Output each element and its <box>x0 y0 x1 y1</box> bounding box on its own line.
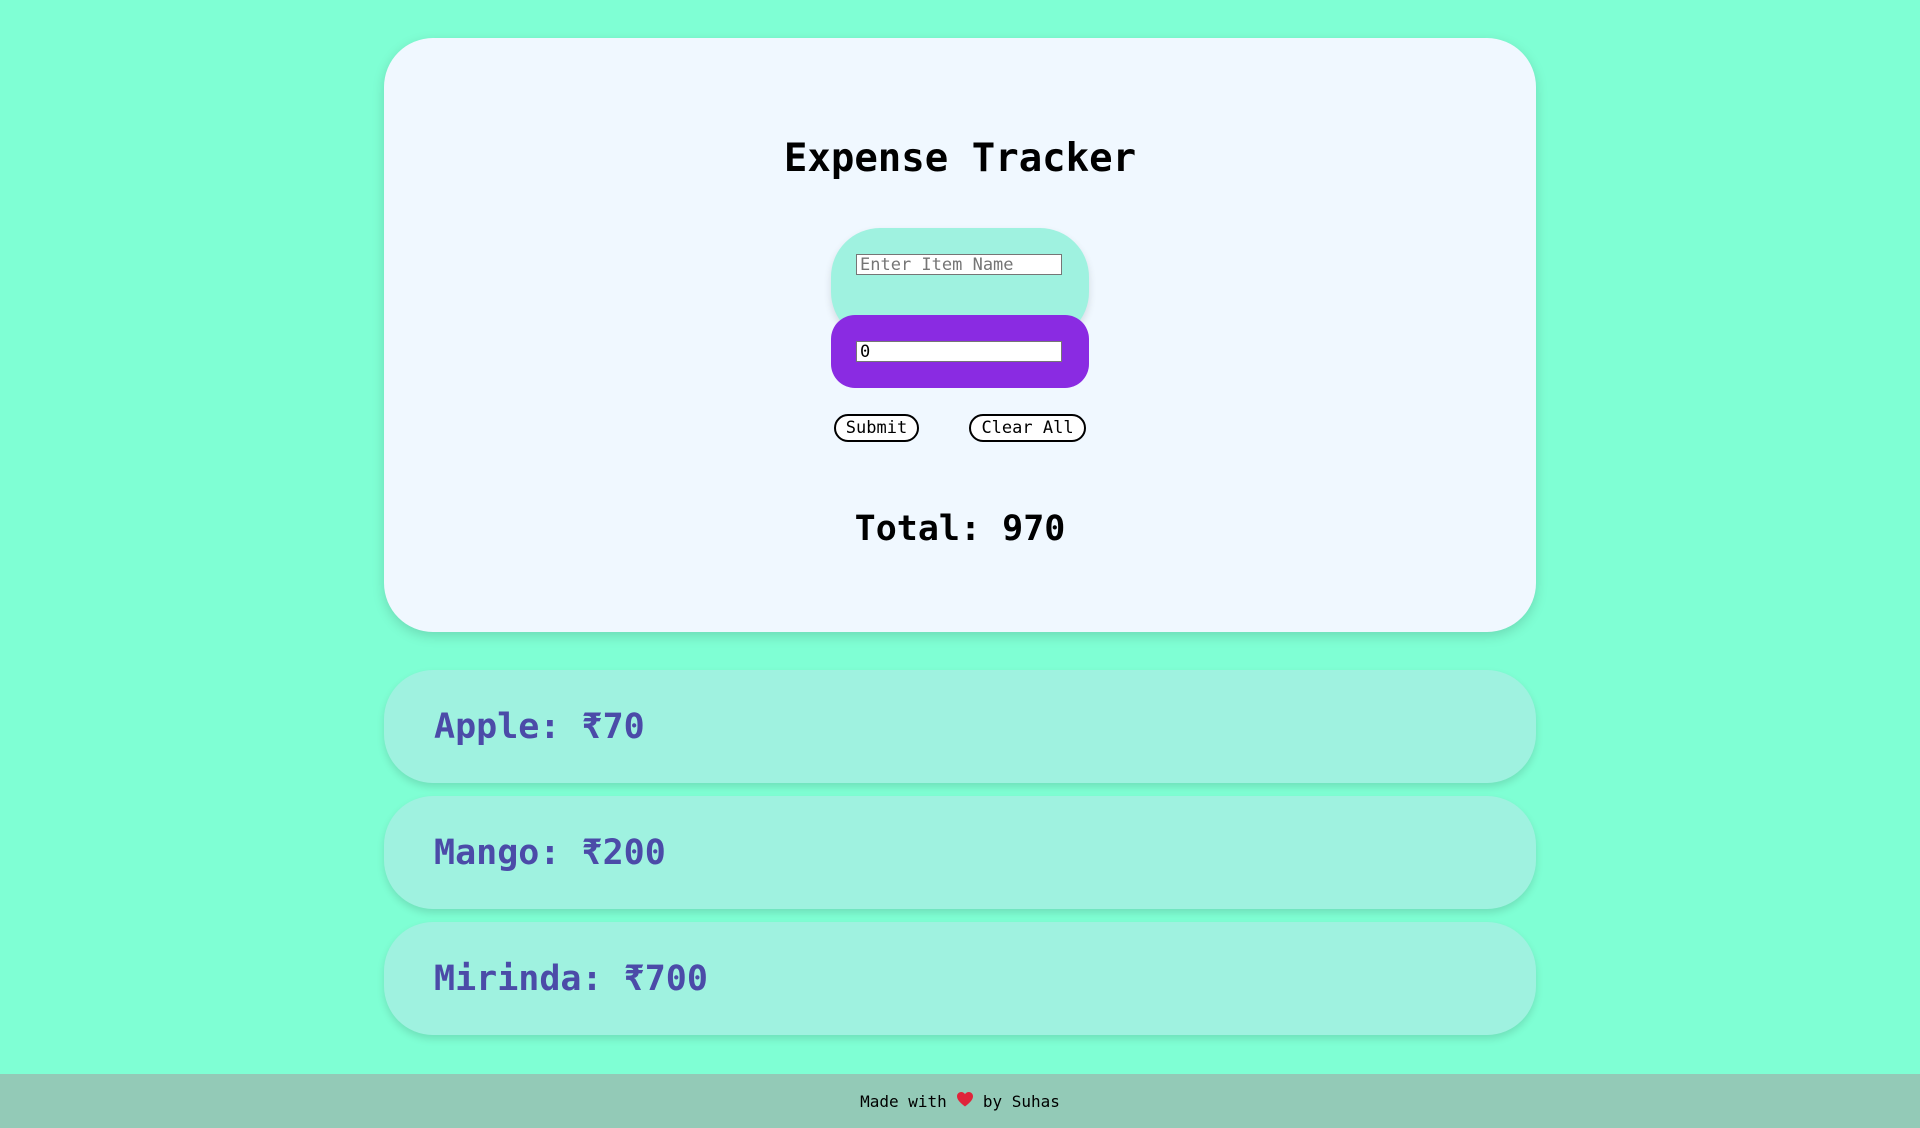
footer-suffix: by Suhas <box>982 1091 1060 1111</box>
clear-all-button[interactable]: Clear All <box>969 414 1086 442</box>
expense-item-text: Mirinda: ₹700 <box>434 958 708 999</box>
item-name-input[interactable] <box>856 254 1062 275</box>
expense-list: Apple: ₹70 Mango: ₹200 Mirinda: ₹700 <box>384 670 1536 1048</box>
submit-button[interactable]: Submit <box>834 414 919 442</box>
expense-form-card: Expense Tracker Submit Clear All Total: … <box>384 38 1536 632</box>
amount-input[interactable] <box>856 341 1062 362</box>
page-title: Expense Tracker <box>783 136 1137 181</box>
heart-icon <box>956 1091 973 1112</box>
expense-item: Mango: ₹200 <box>384 796 1536 909</box>
footer: Made with by Suhas <box>0 1074 1920 1128</box>
expense-item-text: Apple: ₹70 <box>434 706 645 747</box>
expense-item: Mirinda: ₹700 <box>384 922 1536 1035</box>
total-amount: Total: 970 <box>854 509 1066 549</box>
expense-item: Apple: ₹70 <box>384 670 1536 783</box>
expense-item-text: Mango: ₹200 <box>434 832 666 873</box>
amount-container <box>831 315 1089 388</box>
footer-prefix: Made with <box>860 1091 947 1111</box>
